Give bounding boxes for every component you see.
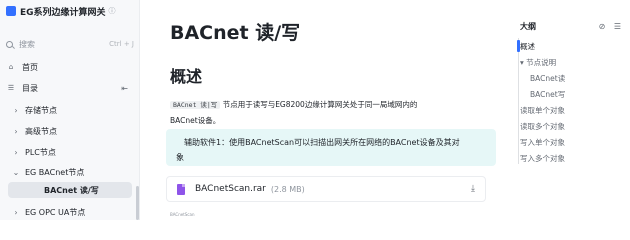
info-callout: 辅助软件1：使用BACnetScan可以扫描出网关所在网络的BACnet设备及其… <box>166 129 496 166</box>
menu-icon: ☰ <box>7 84 15 92</box>
outline-item[interactable]: 读取单个对象 <box>520 105 565 116</box>
page-title: BACnet 读/写 <box>170 22 301 44</box>
outline-rail <box>518 38 519 164</box>
chevron-down-icon: ⌄ <box>12 167 20 177</box>
outline-header: 大纲 ⊘ ☰ <box>520 20 624 32</box>
attachment-size: (2.8 MB) <box>270 184 305 194</box>
sidebar-item-catalog[interactable]: ☰ 目录 ⇤ <box>0 80 136 96</box>
file-attachment[interactable]: BACnetScan.rar (2.8 MB) ⤓ <box>166 176 486 202</box>
callout-text-1: 辅助软件1：使用BACnetScan可以扫描出网关所在网络的BACnet设备及其… <box>184 138 460 147</box>
sidebar-item-label: 高级节点 <box>25 126 57 136</box>
sidebar-item-label: PLC节点 <box>25 147 56 157</box>
intro-text-1: 节点用于读写与EG8200边缘计算网关处于同一局域网内的 <box>220 100 418 109</box>
app-root: EG系列边缘计算网关 ⓘ 搜索 Ctrl + J ⌂ 首页 ☰ 目录 ⇤ › 存… <box>0 0 630 220</box>
callout-text-2: 象 <box>176 153 184 162</box>
section-heading: 概述 <box>170 67 203 86</box>
sidebar-item-storage[interactable]: › 存储节点 <box>0 102 136 118</box>
download-icon[interactable]: ⤓ <box>471 184 475 194</box>
chevron-right-icon: › <box>14 207 18 217</box>
sidebar-item-label: EG BACnet节点 <box>25 167 85 177</box>
chevron-right-icon: › <box>14 105 18 115</box>
outline-panel: 大纲 ⊘ ☰ 概述 ▾ 节点说明 BACnet读 BACnet写 读取单个对象 … <box>510 0 630 220</box>
sidebar-item-eg-bacnet[interactable]: ⌄ EG BACnet节点 <box>0 164 136 180</box>
sidebar-item-eg-opcua[interactable]: › EG OPC UA节点 <box>0 204 136 220</box>
sidebar-item-label: EG OPC UA节点 <box>25 207 86 217</box>
main-content: BACnet 读/写 概述 BACnet 读|写 节点用于读写与EG8200边缘… <box>140 0 510 220</box>
home-icon: ⌂ <box>8 63 14 71</box>
sidebar-item-home[interactable]: ⌂ 首页 <box>0 59 136 75</box>
sidebar-header: EG系列边缘计算网关 ⓘ <box>6 4 136 18</box>
outline-item[interactable]: 写入单个对象 <box>520 137 565 148</box>
image-caption: BACnetScan <box>170 212 195 217</box>
outline-tools-icon[interactable]: ⊘ ☰ <box>599 22 624 31</box>
sidebar-item-label: BACnet 读/写 <box>44 185 99 195</box>
chevron-right-icon: › <box>14 126 18 136</box>
sidebar-item-label: 目录 <box>22 83 38 93</box>
sidebar-item-plc[interactable]: › PLC节点 <box>0 144 136 160</box>
intro-paragraph: BACnet 读|写 节点用于读写与EG8200边缘计算网关处于同一局域网内的 … <box>170 97 488 128</box>
search-input[interactable]: 搜索 Ctrl + J <box>6 37 134 51</box>
info-icon[interactable]: ⓘ <box>109 6 116 16</box>
sidebar-scrollbar[interactable] <box>136 186 139 220</box>
outline-item[interactable]: BACnet读 <box>530 73 565 84</box>
intro-text-2: BACnet设备。 <box>170 116 221 125</box>
sidebar-item-label: 首页 <box>22 62 38 72</box>
search-shortcut: Ctrl + J <box>109 40 134 48</box>
sidebar-title[interactable]: EG系列边缘计算网关 <box>20 5 106 18</box>
sidebar: EG系列边缘计算网关 ⓘ 搜索 Ctrl + J ⌂ 首页 ☰ 目录 ⇤ › 存… <box>0 0 140 220</box>
search-placeholder: 搜索 <box>19 39 35 49</box>
collapse-sidebar-icon[interactable]: ⇤ <box>121 84 128 93</box>
sidebar-item-advanced[interactable]: › 高级节点 <box>0 123 136 139</box>
app-logo-icon <box>6 6 16 16</box>
outline-item[interactable]: 写入多个对象 <box>520 153 565 164</box>
outline-item[interactable]: BACnet写 <box>530 89 565 100</box>
inline-code: BACnet 读|写 <box>170 101 221 109</box>
search-icon <box>6 40 13 48</box>
outline-item[interactable]: ▾ 节点说明 <box>520 57 556 68</box>
sidebar-item-bacnet-rw[interactable]: BACnet 读/写 <box>8 182 132 198</box>
outline-item[interactable]: 读取多个对象 <box>520 121 565 132</box>
file-archive-icon <box>177 183 185 195</box>
chevron-right-icon: › <box>14 147 18 157</box>
attachment-name[interactable]: BACnetScan.rar <box>195 184 266 194</box>
outline-item[interactable]: 概述 <box>520 41 535 52</box>
sidebar-item-label: 存储节点 <box>25 105 57 115</box>
outline-heading: 大纲 <box>520 21 536 31</box>
